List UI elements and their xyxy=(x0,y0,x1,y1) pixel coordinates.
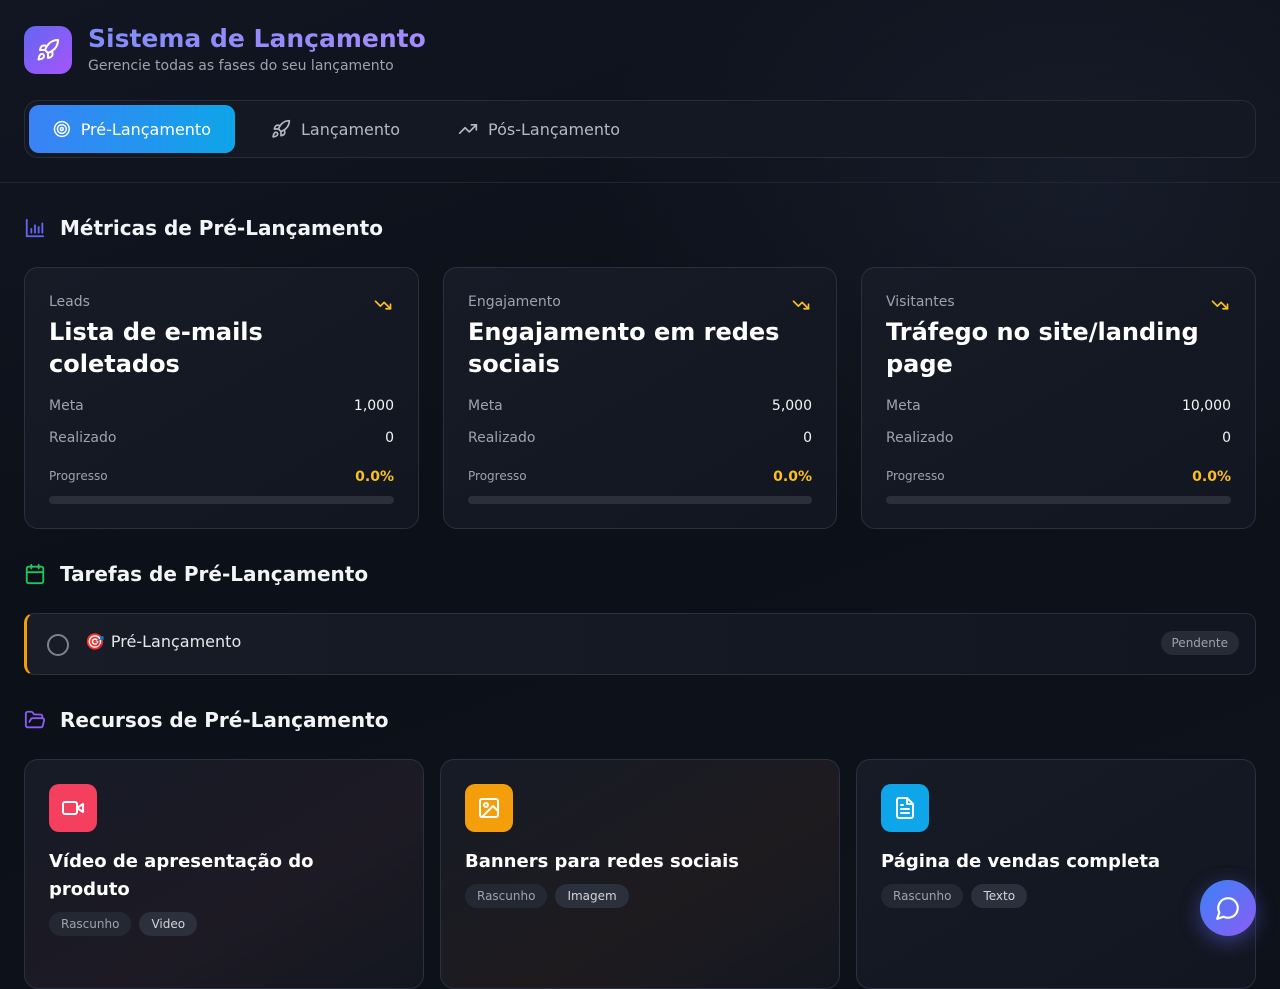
image-icon xyxy=(479,798,499,818)
metric-card-leads: Leads Lista de e-mails coletados Meta 1,… xyxy=(24,267,419,529)
task-checkbox[interactable] xyxy=(47,634,69,656)
meta-row: Meta 5,000 xyxy=(468,398,812,414)
metric-card-visitantes: Visitantes Tráfego no site/landing page … xyxy=(861,267,1256,529)
target-icon xyxy=(53,120,70,138)
metrics-section-title: Métricas de Pré-Lançamento xyxy=(24,216,383,240)
metric-title: Tráfego no site/landing page xyxy=(886,318,1199,378)
realizado-value: 0 xyxy=(803,430,812,446)
metric-label: Leads xyxy=(49,294,90,310)
resource-card-banners[interactable]: Banners para redes sociais Rascunho Imag… xyxy=(440,759,840,989)
metric-title: Lista de e-mails coletados xyxy=(49,318,263,378)
tab-label: Pré-Lançamento xyxy=(80,119,211,139)
type-tag: Video xyxy=(139,912,198,936)
resources-section-title: Recursos de Pré-Lançamento xyxy=(24,708,388,732)
progress-row: Progresso 0.0% xyxy=(49,469,394,485)
resource-icon-tile xyxy=(49,784,97,832)
status-tag: Rascunho xyxy=(881,884,964,908)
progress-row: Progresso 0.0% xyxy=(886,469,1231,485)
progress-bar xyxy=(49,496,394,504)
trending-down-icon xyxy=(374,300,392,310)
bar-chart-icon xyxy=(25,218,45,238)
realizado-value: 0 xyxy=(1222,430,1231,446)
type-tag: Texto xyxy=(971,884,1028,908)
metric-card-engajamento: Engajamento Engajamento em redes sociais… xyxy=(443,267,837,529)
trending-down-icon xyxy=(1211,300,1229,310)
resource-card-pagina[interactable]: Página de vendas completa Rascunho Texto xyxy=(856,759,1256,989)
meta-value: 1,000 xyxy=(353,398,394,414)
rocket-icon xyxy=(272,119,291,138)
calendar-icon xyxy=(25,563,45,585)
tab-pre-lancamento[interactable]: Pré-Lançamento xyxy=(29,105,235,153)
trending-up-icon xyxy=(458,124,478,134)
meta-row: Meta 1,000 xyxy=(49,398,394,414)
resource-tags: Rascunho Texto xyxy=(881,884,1028,908)
resource-card-video[interactable]: Vídeo de apresentação do produto Rascunh… xyxy=(24,759,424,989)
app-title: Sistema de Lançamento xyxy=(88,24,426,53)
realizado-row: Realizado 0 xyxy=(468,430,812,446)
meta-row: Meta 10,000 xyxy=(886,398,1231,414)
tasks-section-title: Tarefas de Pré-Lançamento xyxy=(24,562,368,586)
metric-label: Engajamento xyxy=(468,294,561,310)
status-badge: Pendente xyxy=(1160,631,1239,655)
task-item[interactable]: 🎯 Pré-Lançamento Pendente xyxy=(24,613,1256,675)
progress-percent: 0.0% xyxy=(1192,469,1231,485)
status-tag: Rascunho xyxy=(465,884,548,908)
app-logo xyxy=(24,26,72,74)
realizado-row: Realizado 0 xyxy=(49,430,394,446)
chat-button[interactable] xyxy=(1200,880,1256,936)
header: Sistema de Lançamento Gerencie todas as … xyxy=(0,0,1280,183)
trending-down-icon xyxy=(792,300,810,310)
resource-icon-tile xyxy=(881,784,929,832)
tab-pos-lancamento[interactable]: Pós-Lançamento xyxy=(434,105,644,153)
resource-title: Página de vendas completa xyxy=(881,851,1161,872)
resource-tags: Rascunho Video xyxy=(49,912,198,936)
realizado-value: 0 xyxy=(385,430,394,446)
resource-title: Vídeo de apresentação do produto xyxy=(49,851,314,900)
type-tag: Imagem xyxy=(555,884,629,908)
resource-tags: Rascunho Imagem xyxy=(465,884,629,908)
rocket-icon xyxy=(37,38,59,61)
progress-bar xyxy=(468,496,812,504)
resource-title: Banners para redes sociais xyxy=(465,851,739,872)
target-emoji-icon: 🎯 xyxy=(85,632,105,651)
progress-bar xyxy=(886,496,1231,504)
realizado-row: Realizado 0 xyxy=(886,430,1231,446)
video-icon xyxy=(62,801,84,815)
file-text-icon xyxy=(896,797,914,819)
folder-open-icon xyxy=(24,710,46,729)
task-title: 🎯 Pré-Lançamento xyxy=(85,632,242,651)
meta-value: 10,000 xyxy=(1182,398,1231,414)
status-tag: Rascunho xyxy=(49,912,132,936)
meta-value: 5,000 xyxy=(771,398,812,414)
tab-label: Lançamento xyxy=(301,119,401,139)
chat-icon xyxy=(1216,897,1239,920)
metric-title: Engajamento em redes sociais xyxy=(468,318,780,378)
metric-label: Visitantes xyxy=(886,294,955,310)
progress-percent: 0.0% xyxy=(355,469,394,485)
progress-percent: 0.0% xyxy=(773,469,812,485)
progress-row: Progresso 0.0% xyxy=(468,469,812,485)
app-subtitle: Gerencie todas as fases do seu lançament… xyxy=(88,58,394,74)
tab-label: Pós-Lançamento xyxy=(488,119,621,139)
phase-tabs: Pré-Lançamento Lançamento Pós-Lançamento xyxy=(24,100,1256,158)
tab-lancamento[interactable]: Lançamento xyxy=(247,105,424,153)
resource-icon-tile xyxy=(465,784,513,832)
